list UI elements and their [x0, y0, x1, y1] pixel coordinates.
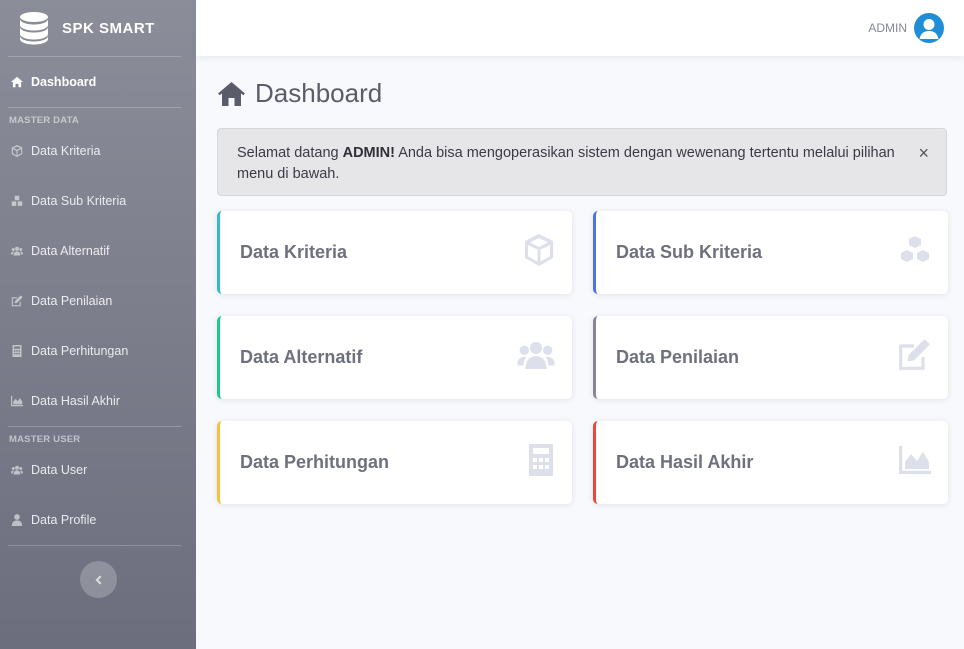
cube-icon: [10, 144, 24, 158]
alert-close-button[interactable]: ×: [918, 143, 929, 163]
calculator-icon: [10, 344, 24, 358]
sidebar-item-label: Data Penilaian: [31, 294, 113, 308]
card-title: Data Kriteria: [240, 242, 348, 262]
database-icon: [20, 12, 48, 45]
sidebar-item-data-hasil-akhir[interactable]: Data Hasil Akhir: [0, 376, 196, 426]
sidebar-item-data-penilaian[interactable]: Data Penilaian: [0, 276, 196, 326]
edit-icon: [10, 294, 24, 308]
sidebar-item-label: Data Kriteria: [31, 144, 101, 158]
sidebar-toggle-button[interactable]: [79, 561, 117, 598]
area-chart-icon: [899, 446, 931, 479]
user-icon: [10, 513, 24, 527]
sidebar-item-label: Data Sub Kriteria: [31, 194, 127, 208]
sidebar-item-data-alternatif[interactable]: Data Alternatif: [0, 226, 196, 276]
sidebar-item-label: Dashboard: [31, 75, 97, 89]
page-title: Dashboard: [218, 78, 382, 109]
user-avatar-icon: [919, 19, 939, 39]
cubes-icon: [10, 194, 24, 208]
cubes-icon: [899, 235, 931, 270]
card-data-alternatif[interactable]: Data Alternatif: [217, 316, 572, 399]
sidebar-item-label: Data Hasil Akhir: [31, 394, 120, 408]
area-chart-icon: [10, 394, 24, 408]
calculator-icon: [527, 444, 555, 481]
sidebar-item-label: Data Alternatif: [31, 244, 110, 258]
card-title: Data Penilaian: [616, 347, 740, 367]
sidebar-item-data-sub-kriteria[interactable]: Data Sub Kriteria: [0, 176, 196, 226]
alert-user-name: ADMIN!: [342, 145, 395, 161]
sidebar-item-dashboard[interactable]: Dashboard: [0, 57, 196, 107]
sidebar-item-label: Data User: [31, 463, 88, 477]
section-heading-master-user: MASTER USER: [9, 434, 81, 445]
sidebar-item-data-user[interactable]: Data User: [0, 445, 196, 495]
topbar-user-name[interactable]: ADMIN: [868, 21, 907, 35]
sidebar-item-data-perhitungan[interactable]: Data Perhitungan: [0, 326, 196, 376]
users-cog-icon: [10, 463, 24, 477]
brand-link[interactable]: SPK SMART: [0, 0, 196, 56]
home-icon: [218, 81, 245, 106]
card-data-kriteria[interactable]: Data Kriteria: [217, 211, 572, 294]
card-data-hasil-akhir[interactable]: Data Hasil Akhir: [593, 421, 948, 504]
page-title-text: Dashboard: [255, 78, 383, 108]
section-heading-master-data: MASTER DATA: [9, 115, 79, 126]
card-data-perhitungan[interactable]: Data Perhitungan: [217, 421, 572, 504]
edit-icon: [897, 338, 931, 377]
sidebar: SPK SMART Dashboard MASTER DATA Data Kri…: [0, 0, 196, 649]
welcome-alert: Selamat datang ADMIN! Anda bisa mengoper…: [217, 128, 947, 196]
sidebar-item-data-profile[interactable]: Data Profile: [0, 495, 196, 545]
card-title: Data Perhitungan: [240, 452, 390, 472]
card-title: Data Alternatif: [240, 347, 363, 367]
card-title: Data Hasil Akhir: [616, 452, 754, 472]
sidebar-item-label: Data Perhitungan: [31, 344, 129, 358]
sidebar-item-label: Data Profile: [31, 513, 97, 527]
card-data-sub-kriteria[interactable]: Data Sub Kriteria: [593, 211, 948, 294]
card-data-penilaian[interactable]: Data Penilaian: [593, 316, 948, 399]
alert-prefix: Selamat datang: [237, 145, 343, 161]
users-icon: [517, 341, 555, 374]
card-title: Data Sub Kriteria: [616, 242, 763, 262]
users-icon: [10, 244, 24, 258]
chevron-left-icon: [95, 575, 102, 584]
cube-icon: [523, 234, 555, 271]
sidebar-item-data-kriteria[interactable]: Data Kriteria: [0, 126, 196, 176]
brand-name: SPK SMART: [62, 19, 155, 37]
sidebar-toggle-wrap: [0, 546, 196, 598]
main-content: Dashboard Selamat datang ADMIN! Anda bis…: [196, 56, 964, 649]
home-icon: [10, 75, 24, 89]
topbar: ADMIN: [196, 0, 964, 56]
avatar[interactable]: [914, 13, 944, 43]
